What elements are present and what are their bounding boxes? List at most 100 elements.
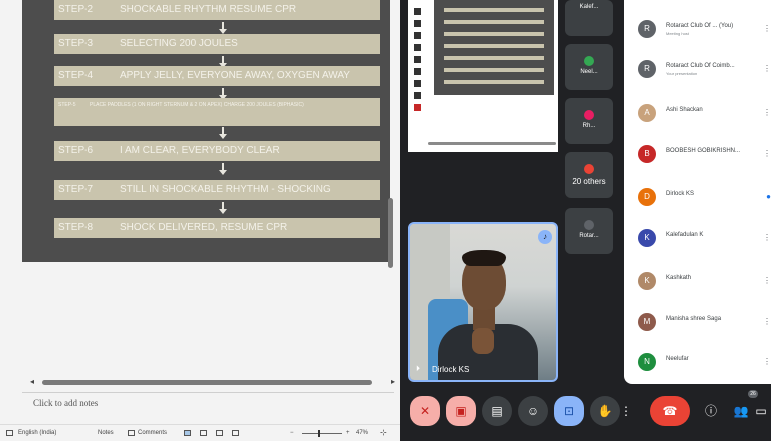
audio-indicator-icon[interactable]: ♪ xyxy=(538,230,552,244)
more-options-icon[interactable]: ⋮ xyxy=(763,149,771,158)
tool-icon xyxy=(414,104,421,111)
avatar: R xyxy=(638,20,656,38)
list-item[interactable]: N Neelufar ⋮ xyxy=(638,353,771,373)
tool-icon xyxy=(414,56,421,63)
step-number: STEP-7 xyxy=(58,184,94,195)
step-text: APPLY JELLY, EVERYONE AWAY, OXYGEN AWAY xyxy=(120,70,350,81)
step-box[interactable]: STEP-3 SELECTING 200 JOULES xyxy=(54,34,380,54)
others-count: 20 others xyxy=(572,177,606,186)
zoom-slider-knob[interactable] xyxy=(318,430,320,437)
mic-off-button[interactable]: ✕ xyxy=(410,396,440,426)
more-options-icon[interactable]: ⋮ xyxy=(763,108,771,117)
more-options-icon[interactable]: ⋮ xyxy=(763,64,771,73)
step-number: STEP-4 xyxy=(58,70,94,81)
shared-slide-thumbnail xyxy=(434,0,554,95)
raise-hand-button[interactable]: ✋ xyxy=(590,396,620,426)
avatar xyxy=(584,164,594,174)
present-button[interactable]: ⊡ xyxy=(554,396,584,426)
list-item[interactable]: B BOOBESH GOBIKRISHN... ⋮ xyxy=(638,145,771,165)
zoom-slider-track[interactable] xyxy=(302,433,342,434)
step-box[interactable]: STEP-6 I AM CLEAR, EVERYBODY CLEAR xyxy=(54,141,380,161)
ribbon-toolbar xyxy=(412,8,424,138)
list-item[interactable]: M Manisha shree Saga ⋮ xyxy=(638,313,771,333)
leave-call-button[interactable]: ☎ xyxy=(650,396,690,426)
vertical-scrollbar[interactable] xyxy=(388,198,393,268)
more-options-button[interactable]: ⋮ xyxy=(618,396,634,426)
down-arrow-icon xyxy=(219,22,227,34)
zoom-in-icon[interactable]: + xyxy=(346,430,350,436)
step-box[interactable]: STEP-4 APPLY JELLY, EVERYONE AWAY, OXYGE… xyxy=(54,66,380,86)
avatar: K xyxy=(638,229,656,247)
more-options-icon[interactable]: ⋮ xyxy=(763,233,771,242)
step-box[interactable]: STEP-7 STILL IN SHOCKABLE RHYTHM - SHOCK… xyxy=(54,180,380,200)
video-call-window: Kalef... Neel... Rh... 20 others Rotar..… xyxy=(400,0,771,441)
participant-tile-name: Kalef... xyxy=(579,4,599,10)
participant-name: Kalefadulan K xyxy=(666,232,704,238)
speaker-name: Dirlock KS xyxy=(432,365,470,374)
avatar xyxy=(584,56,594,66)
participant-tile[interactable]: Rh... xyxy=(565,98,613,144)
step-box[interactable]: STEP-2 SHOCKABLE RHYTHM RESUME CPR xyxy=(54,0,380,20)
presentation-editor: STEP-2 SHOCKABLE RHYTHM RESUME CPR STEP-… xyxy=(0,0,400,441)
participant-name: Rotaract Club Of Coimb... xyxy=(666,63,735,69)
avatar: N xyxy=(638,353,656,371)
comments-icon[interactable] xyxy=(128,430,135,436)
slide-sorter-icon[interactable] xyxy=(200,430,207,436)
captions-button[interactable]: ▤ xyxy=(482,396,512,426)
zoom-out-icon[interactable]: − xyxy=(290,430,294,436)
tool-icon xyxy=(414,8,421,15)
reading-view-icon[interactable] xyxy=(216,430,223,436)
shared-screen-tile[interactable] xyxy=(408,0,558,152)
more-options-icon[interactable]: ⋮ xyxy=(763,317,771,326)
horizontal-scrollbar[interactable]: ◂ ▸ xyxy=(30,378,395,386)
scrollbar-thumb[interactable] xyxy=(42,380,372,385)
list-item[interactable]: A Ashi Shackan ⋮ xyxy=(638,104,771,124)
step-box[interactable]: STEP-5 PLACE PADDLES (1 ON RIGHT STERNUM… xyxy=(54,98,380,126)
normal-view-icon[interactable] xyxy=(184,430,191,436)
participant-name: Kashkath xyxy=(666,275,692,281)
people-panel: R Rotaract Club Of ... (You) Meeting hos… xyxy=(624,0,771,384)
notes-placeholder[interactable]: Click to add notes xyxy=(33,398,98,408)
zoom-level[interactable]: 47% xyxy=(356,430,368,436)
emoji-button[interactable]: ☺ xyxy=(518,396,548,426)
spellcheck-icon[interactable] xyxy=(6,430,13,436)
list-item[interactable]: D Dirlock KS ● xyxy=(638,188,771,208)
scroll-right-icon[interactable]: ▸ xyxy=(391,378,395,386)
participant-tile[interactable]: Rotar... xyxy=(565,208,613,254)
info-button[interactable]: ⓘ xyxy=(696,396,726,426)
camera-off-button[interactable]: ▣ xyxy=(446,396,476,426)
status-bar: English (India) Notes Comments − + 47% ⊹ xyxy=(0,424,400,441)
step-text: PLACE PADDLES (1 ON RIGHT STERNUM & 2 ON… xyxy=(90,102,304,108)
step-text: I AM CLEAR, EVERYBODY CLEAR xyxy=(120,145,280,156)
scroll-left-icon[interactable]: ◂ xyxy=(30,378,34,386)
language-label[interactable]: English (India) xyxy=(18,430,56,436)
step-box[interactable]: STEP-8 SHOCK DELIVERED, RESUME CPR xyxy=(54,218,380,238)
down-arrow-icon xyxy=(219,56,227,68)
more-options-icon[interactable]: ⋮ xyxy=(763,357,771,366)
slideshow-icon[interactable] xyxy=(232,430,239,436)
participant-tile-name: Rh... xyxy=(582,123,596,129)
speaking-indicator-icon: ● xyxy=(766,192,771,201)
chat-button[interactable]: ▭ xyxy=(752,396,770,426)
more-options-icon[interactable]: ⋮ xyxy=(763,276,771,285)
call-controls-bar: ✕ ▣ ▤ ☺ ⊡ ✋ ⋮ ☎ ⓘ 👥 26 ▭ xyxy=(400,384,771,441)
participant-tile[interactable]: Kalef... xyxy=(565,0,613,36)
active-speaker-tile[interactable]: ♪ ⏵ Dirlock KS xyxy=(408,222,558,382)
others-tile[interactable]: 20 others xyxy=(565,152,613,198)
step-number: STEP-3 xyxy=(58,38,94,49)
notes-button[interactable]: Notes xyxy=(98,430,114,436)
list-item[interactable]: R Rotaract Club Of ... (You) Meeting hos… xyxy=(638,20,771,40)
more-options-icon[interactable]: ⋮ xyxy=(763,24,771,33)
step-number: STEP-2 xyxy=(58,4,94,15)
list-item[interactable]: K Kalefadulan K ⋮ xyxy=(638,229,771,249)
fit-slide-icon[interactable]: ⊹ xyxy=(380,428,387,437)
list-item[interactable]: R Rotaract Club Of Coimb... Your present… xyxy=(638,60,771,80)
participant-tile[interactable]: Neel... xyxy=(565,44,613,90)
down-arrow-icon xyxy=(219,202,227,214)
slide-canvas[interactable]: STEP-2 SHOCKABLE RHYTHM RESUME CPR STEP-… xyxy=(22,0,390,262)
avatar: A xyxy=(638,104,656,122)
list-item[interactable]: K Kashkath ⋮ xyxy=(638,272,771,292)
participant-name: Neelufar xyxy=(666,356,689,362)
comments-button[interactable]: Comments xyxy=(138,430,167,436)
step-number: STEP-6 xyxy=(58,145,94,156)
